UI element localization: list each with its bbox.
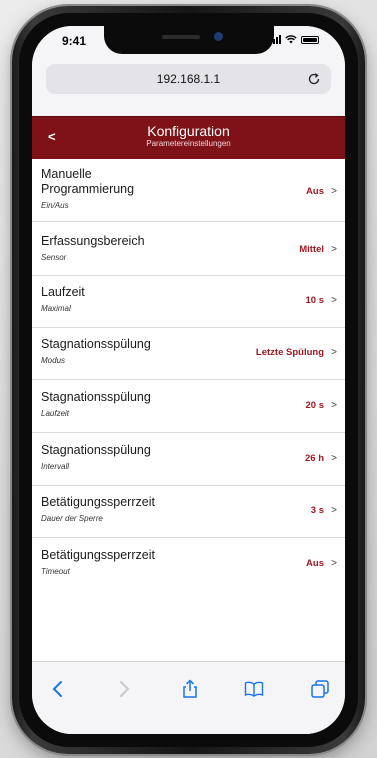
setting-value: 20 s [305,400,325,411]
setting-row-runtime[interactable]: Laufzeit Maximal 10 s > [32,276,345,328]
setting-title: Stagnationsspülung [41,337,151,351]
chevron-right-icon: > [331,400,337,411]
chevron-right-icon: > [331,347,337,358]
setting-row-lock-timeout[interactable]: Betätigungssperrzeit Timeout Aus > [32,538,345,580]
setting-row-detection-range[interactable]: Erfassungsbereich Sensor Mittel > [32,222,345,276]
camera-icon [213,32,223,41]
setting-row-stagnation-interval[interactable]: Stagnationsspülung Intervall 26 h > [32,433,345,486]
setting-title: Stagnationsspülung [41,443,151,457]
chevron-right-icon: > [331,505,337,516]
setting-value: Aus [306,186,324,197]
page-subtitle: Parametereinstellungen [146,139,231,148]
notch [103,26,274,54]
setting-subtitle: Timeout [41,567,70,576]
tabs-icon[interactable] [310,679,330,699]
page-title: Konfiguration [147,123,230,139]
setting-title: Erfassungsbereich [41,234,145,248]
setting-row-lock-duration[interactable]: Betätigungssperrzeit Dauer der Sperre 3 … [32,486,345,538]
setting-value: Mittel [299,244,324,255]
browser-toolbar [32,661,345,734]
setting-subtitle: Maximal [41,304,71,313]
setting-title: Betätigungssperrzeit [41,548,155,562]
setting-subtitle: Intervall [41,462,70,471]
setting-title: Betätigungssperrzeit [41,495,155,509]
setting-subtitle: Laufzeit [41,409,70,418]
chevron-right-icon: > [331,244,337,255]
address-bar[interactable]: 192.168.1.1 [46,64,331,94]
setting-value: 3 s [310,505,324,516]
setting-subtitle: Sensor [41,253,67,262]
setting-title: Stagnationsspülung [41,390,151,404]
bookmarks-icon[interactable] [244,679,264,699]
chevron-right-icon: > [331,186,337,197]
status-time: 9:41 [62,34,87,48]
setting-value: 10 s [305,295,325,306]
setting-row-manual-programming[interactable]: Manuelle Programmierung Ein/Aus Aus > [32,159,345,222]
app-header: < Konfiguration Parametereinstellungen [32,116,345,159]
phone-frame: 9:41 192.168.1.1 < Konfiguration Paramet… [12,6,365,754]
setting-subtitle: Dauer der Sperre [41,514,103,523]
phone-bezel: 9:41 192.168.1.1 < Konfiguration Paramet… [19,13,358,747]
setting-title: Manuelle Programmierung [41,167,135,196]
share-icon[interactable] [180,679,200,699]
setting-value: 26 h [304,453,324,464]
forward-arrow-icon[interactable] [114,679,134,699]
settings-list: Manuelle Programmierung Ein/Aus Aus > Er… [32,159,345,580]
setting-subtitle: Modus [41,356,66,365]
setting-title: Laufzeit [41,285,85,299]
chevron-right-icon: > [331,295,337,306]
chevron-right-icon: > [331,453,337,464]
phone-screen: 9:41 192.168.1.1 < Konfiguration Paramet… [32,26,345,734]
setting-row-stagnation-mode[interactable]: Stagnationsspülung Modus Letzte Spülung … [32,328,345,380]
speaker [161,35,200,39]
chevron-right-icon: > [331,558,337,569]
back-arrow-icon[interactable] [48,679,68,699]
wifi-icon [285,35,297,44]
battery-icon [301,35,319,44]
setting-value: Aus [306,558,324,569]
url-text: 192.168.1.1 [156,72,221,86]
setting-value: Letzte Spülung [255,347,324,358]
status-icons [270,35,319,44]
setting-row-stagnation-runtime[interactable]: Stagnationsspülung Laufzeit 20 s > [32,380,345,433]
setting-subtitle: Ein/Aus [41,201,69,210]
reload-icon[interactable] [307,72,321,86]
